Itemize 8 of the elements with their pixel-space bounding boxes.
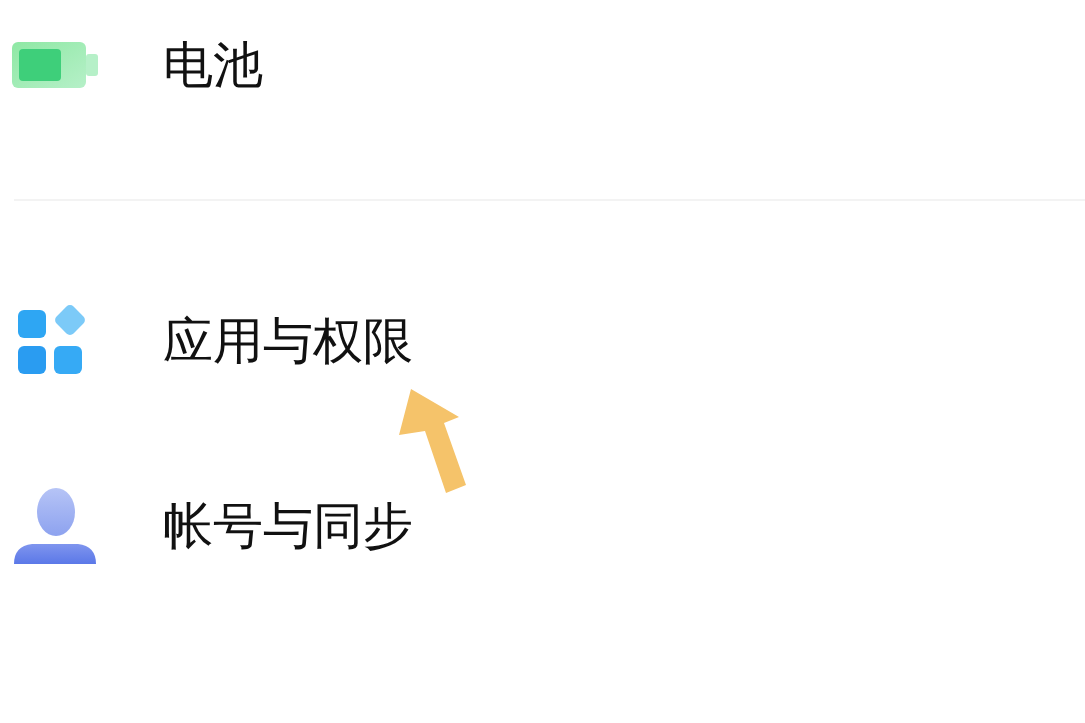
item-label: 电池 <box>163 34 263 96</box>
settings-item[interactable]: 电池 <box>0 0 1085 130</box>
settings-item[interactable]: 帐号与同步 <box>0 461 1085 591</box>
battery-icon <box>12 40 98 90</box>
item-label: 应用与权限 <box>163 310 413 372</box>
item-label: 帐号与同步 <box>163 495 413 557</box>
settings-item[interactable]: 应用与权限 <box>0 276 1085 406</box>
person-icon <box>12 486 98 566</box>
